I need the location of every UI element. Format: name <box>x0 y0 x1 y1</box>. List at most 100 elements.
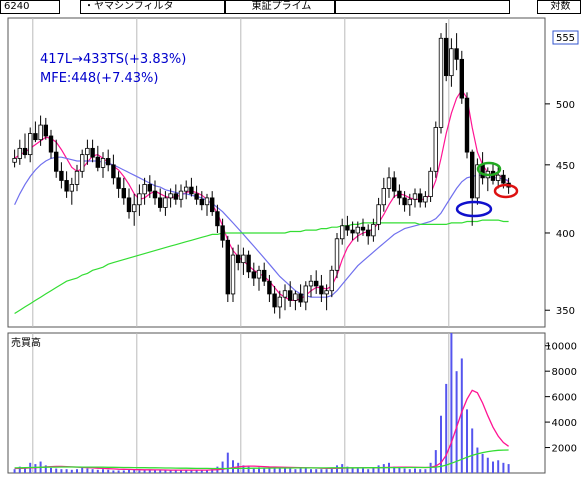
volume-tick-label: 2000 <box>552 444 577 455</box>
volume-bar <box>403 468 406 473</box>
candle-body <box>407 198 412 206</box>
volume-tick-label: 4000 <box>552 418 577 429</box>
candle-body <box>209 197 215 213</box>
candle-body <box>308 280 314 287</box>
volume-bar <box>206 470 208 473</box>
candle-body <box>90 147 95 158</box>
candle-body <box>230 254 236 295</box>
candle-body <box>183 186 189 192</box>
candle-body <box>469 151 475 199</box>
volume-axis: 2000 4000 6000 8000 10000 <box>545 342 577 455</box>
volume-bar <box>440 415 442 473</box>
candle-body <box>293 293 298 301</box>
candle-body <box>355 226 360 234</box>
candle-body <box>287 290 293 301</box>
candle-body <box>397 190 402 199</box>
candle-body <box>173 193 178 200</box>
candle-body <box>417 193 423 203</box>
candle-body <box>345 225 350 231</box>
volume-bar <box>315 469 318 473</box>
candle-body <box>74 170 80 185</box>
volume-bar <box>377 465 380 473</box>
candle-body <box>100 158 106 168</box>
candle-body <box>142 184 147 195</box>
volume-bar <box>408 469 411 473</box>
candle-body <box>454 48 459 60</box>
volume-bar <box>445 383 448 473</box>
candle-body <box>376 204 381 225</box>
candle-body <box>298 293 303 303</box>
volume-bar <box>138 470 141 473</box>
candle-body <box>194 193 199 200</box>
candle-body <box>111 164 116 179</box>
candle-body <box>412 193 418 200</box>
candle-body <box>126 197 132 213</box>
volume-bar <box>336 465 338 473</box>
volume-bar <box>471 428 474 473</box>
candle-body <box>459 58 464 99</box>
volume-bar <box>325 469 328 473</box>
candle-body <box>449 48 454 77</box>
candle-body <box>116 177 121 189</box>
volume-bar <box>310 469 312 473</box>
candle-body <box>386 177 392 189</box>
volume-bar <box>502 462 505 473</box>
candle-body <box>438 37 444 128</box>
candle-body <box>350 229 355 234</box>
volume-bar <box>492 461 494 473</box>
candle-body <box>303 285 308 303</box>
volume-bar <box>174 470 177 473</box>
mfe-annotation: MFE:448(+7.43%) <box>40 71 158 86</box>
candle-body <box>251 271 256 279</box>
candle-body <box>495 174 501 181</box>
volume-bar <box>284 467 286 473</box>
volume-tick-label: 6000 <box>552 393 577 404</box>
candle-body <box>12 158 17 163</box>
volume-bar <box>112 470 115 473</box>
volume-bar <box>122 470 125 473</box>
volume-bar <box>362 468 364 473</box>
candle-body <box>157 197 163 208</box>
volume-bar <box>226 452 229 473</box>
candle-body <box>137 193 142 206</box>
volume-bar <box>320 469 323 473</box>
volume-bar <box>133 469 136 473</box>
candle-body <box>391 177 397 192</box>
candle-body <box>106 158 111 166</box>
candle-body <box>95 156 100 168</box>
trade-annotation: 417L→433TS(+3.83%) <box>40 52 186 67</box>
volume-bar <box>76 469 78 473</box>
candle-body <box>371 223 376 237</box>
volume-bar <box>154 470 156 473</box>
volume-bar <box>481 453 484 473</box>
volume-bar <box>247 466 250 473</box>
volume-bar <box>356 468 359 473</box>
volume-bar <box>86 468 89 473</box>
chart-window: 6240 ・ヤマシンフィルタ 東証プライム 対数 350 400 450 500 20… <box>0 0 581 477</box>
candle-body <box>428 170 433 197</box>
volume-label: 売買高 <box>11 336 41 349</box>
volume-bar <box>117 470 120 473</box>
candle-body <box>334 238 340 271</box>
volume-bar <box>507 464 510 473</box>
volume-bar <box>372 467 375 473</box>
candle-body <box>80 154 85 172</box>
candle-body <box>360 226 366 231</box>
volume-bar <box>486 457 489 473</box>
candle-body <box>147 184 152 192</box>
candle-body <box>256 269 262 279</box>
candle-body <box>282 290 288 298</box>
volume-bar <box>65 469 68 473</box>
volume-bar <box>414 468 416 473</box>
chart-canvas: 350 400 450 500 2000 4000 6000 8000 10000 417L→… <box>7 17 579 474</box>
candle-body <box>189 186 194 195</box>
volume-bar <box>169 470 172 473</box>
candle-body <box>365 229 371 237</box>
price-tick-label: 350 <box>556 306 575 317</box>
volume-bar <box>304 467 307 473</box>
candle-body <box>204 197 210 206</box>
volume-tick-label: 10000 <box>545 342 577 353</box>
volume-bar <box>424 469 427 473</box>
candle-body <box>199 198 204 206</box>
candle-body <box>152 190 158 199</box>
